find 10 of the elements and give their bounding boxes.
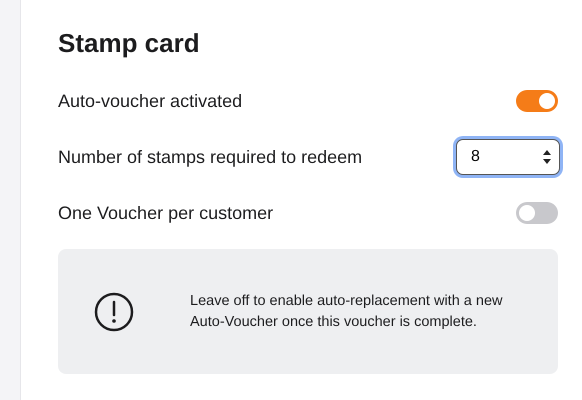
section-title: Stamp card (58, 28, 201, 59)
setting-label: Number of stamps required to redeem (58, 146, 362, 168)
exclamation-icon (94, 292, 134, 332)
setting-label: Auto-voucher activated (58, 90, 242, 112)
setting-label: One Voucher per customer (58, 202, 274, 224)
stepper-icon (543, 150, 551, 164)
toggle-switch[interactable] (516, 202, 558, 224)
stamps-select[interactable]: 8 (456, 139, 560, 175)
toggle-switch[interactable] (516, 90, 558, 112)
info-text: Leave off to enable auto-replacement with a new Auto-Voucher once this voucher is complete. (190, 292, 504, 332)
